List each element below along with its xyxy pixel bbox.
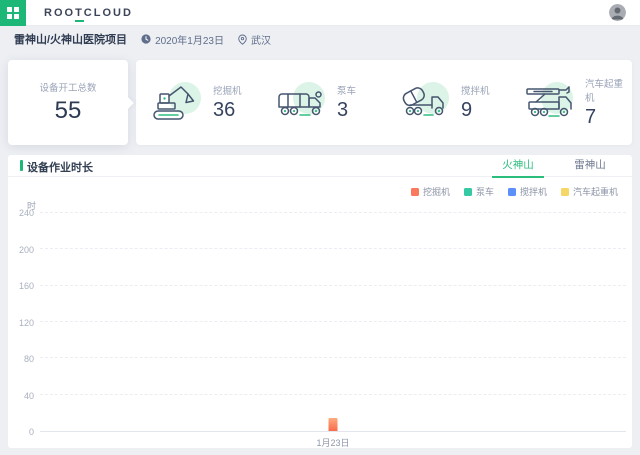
stat-item-truck-crane[interactable]: 汽车起重机 7 — [508, 60, 632, 145]
chart-panel: 设备作业时长 火神山 雷神山 挖掘机泵车搅拌机汽车起重机 时 040801201… — [8, 155, 632, 448]
y-tick-label: 80 — [8, 354, 34, 364]
topbar: ROOTCLOUD — [0, 0, 640, 26]
stat-item-pump-truck[interactable]: 泵车 3 — [260, 60, 384, 145]
site-tabs: 火神山 雷神山 — [482, 155, 626, 177]
project-date: 2020年1月23日 — [141, 32, 224, 47]
legend-item-汽车起重机[interactable]: 汽车起重机 — [561, 185, 618, 198]
legend-item-挖掘机[interactable]: 挖掘机 — [411, 185, 450, 198]
grid-icon — [7, 7, 19, 19]
stat-value: 7 — [585, 106, 632, 129]
total-label: 设备开工总数 — [39, 80, 96, 94]
card-pointer-arrow — [121, 96, 134, 109]
logo-part: CLOUD — [84, 7, 133, 19]
avatar-image — [609, 4, 626, 21]
chart-legend: 挖掘机 泵车 搅拌机 汽车起重机 — [411, 185, 618, 198]
clock-icon — [141, 34, 151, 44]
legend-item-搅拌机[interactable]: 搅拌机 — [508, 185, 547, 198]
y-tick-label: 40 — [8, 391, 34, 401]
logo-part-underlined: T — [75, 7, 84, 22]
x-tick-label: 1月23日 — [316, 436, 349, 449]
project-title: 雷神山/火神山医院项目 — [14, 31, 127, 47]
y-tick-label: 120 — [8, 318, 34, 328]
bar-group — [329, 213, 338, 431]
location-label: 武汉 — [251, 32, 271, 47]
stat-item-mixer-truck[interactable]: 搅拌机 9 — [384, 60, 508, 145]
x-axis-ticks: 1月23日 — [40, 432, 626, 448]
app-grid-button[interactable] — [0, 0, 26, 26]
truck-crane-icon — [522, 81, 578, 123]
y-tick-label: 160 — [8, 281, 34, 291]
date-label: 2020年1月23日 — [155, 32, 224, 47]
legend-swatch — [464, 188, 472, 196]
y-axis-ticks: 04080120160200240 — [8, 213, 34, 432]
equipment-stats-panel: 挖掘机 36 泵车 3 — [136, 60, 632, 145]
stat-label: 泵车 — [337, 83, 356, 97]
tab-huoshenshan[interactable]: 火神山 — [482, 155, 554, 177]
legend-label: 泵车 — [476, 185, 494, 198]
user-avatar[interactable] — [609, 4, 626, 21]
y-tick-label: 240 — [8, 208, 34, 218]
legend-label: 汽车起重机 — [573, 185, 618, 198]
breadcrumb-bar: 雷神山/火神山医院项目 2020年1月23日 武汉 — [0, 27, 640, 51]
y-tick-label: 200 — [8, 245, 34, 255]
pump-truck-icon — [274, 81, 326, 123]
tab-leishenshan[interactable]: 雷神山 — [554, 155, 626, 177]
legend-swatch — [561, 188, 569, 196]
project-location: 武汉 — [238, 32, 271, 47]
stat-value: 9 — [461, 99, 490, 122]
mixer-truck-icon — [398, 81, 450, 123]
legend-label: 挖掘机 — [423, 185, 450, 198]
stat-label: 搅拌机 — [461, 83, 490, 97]
bar-挖掘机[interactable] — [329, 418, 338, 431]
total-value: 55 — [55, 97, 82, 125]
excavator-icon — [150, 81, 198, 123]
rootcloud-logo: ROOTCLOUD — [44, 7, 133, 19]
legend-item-泵车[interactable]: 泵车 — [464, 185, 494, 198]
stat-item-excavator[interactable]: 挖掘机 36 — [136, 60, 260, 145]
stat-value: 3 — [337, 99, 356, 122]
location-pin-icon — [238, 34, 247, 45]
legend-swatch — [411, 188, 419, 196]
legend-label: 搅拌机 — [520, 185, 547, 198]
stat-value: 36 — [213, 99, 242, 122]
chart-panel-header: 设备作业时长 火神山 雷神山 — [8, 155, 632, 177]
logo-part: ROO — [44, 7, 75, 19]
total-equipment-card[interactable]: 设备开工总数 55 — [8, 60, 128, 145]
stat-label: 挖掘机 — [213, 83, 242, 97]
stat-label: 汽车起重机 — [585, 76, 632, 104]
y-tick-label: 0 — [8, 427, 34, 437]
chart-title: 设备作业时长 — [20, 159, 93, 175]
legend-swatch — [508, 188, 516, 196]
chart-plot — [40, 213, 626, 432]
bar-chart: 时 04080120160200240 1月23日 — [8, 199, 632, 448]
